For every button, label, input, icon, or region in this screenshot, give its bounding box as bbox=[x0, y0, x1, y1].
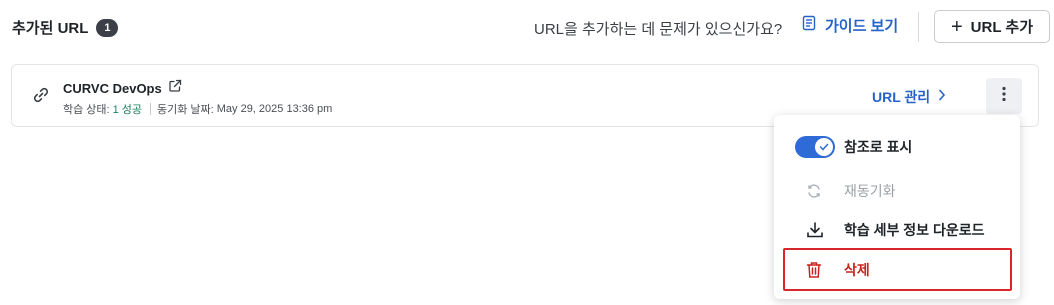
document-icon bbox=[801, 15, 817, 36]
link-icon bbox=[32, 86, 50, 109]
chevron-right-icon bbox=[938, 88, 946, 106]
toggle-knob bbox=[815, 138, 833, 156]
sync-label: 동기화 날짜: bbox=[157, 104, 214, 116]
menu-item-label: 재동기화 bbox=[844, 183, 896, 199]
sync-icon bbox=[806, 183, 822, 199]
menu-item-label: 삭제 bbox=[844, 262, 870, 278]
status-label: 학습 상태: bbox=[63, 104, 110, 116]
status-value: 1 성공 bbox=[112, 104, 143, 116]
url-name-row: CURVC DevOps bbox=[63, 79, 182, 98]
more-options-button[interactable] bbox=[986, 78, 1022, 114]
page-header: 추가된 URL 1 bbox=[12, 17, 119, 38]
add-url-button[interactable]: + URL 추가 bbox=[934, 10, 1050, 43]
menu-item-label: 참조로 표시 bbox=[844, 139, 913, 155]
reference-toggle[interactable] bbox=[795, 136, 835, 158]
plus-icon: + bbox=[950, 15, 963, 38]
count-badge: 1 bbox=[96, 18, 119, 37]
guide-link-label: 가이드 보기 bbox=[825, 18, 899, 35]
page-title: 추가된 URL bbox=[12, 20, 89, 37]
manage-url-link[interactable]: URL 관리 bbox=[872, 87, 946, 107]
menu-item-label: 학습 세부 정보 다운로드 bbox=[844, 222, 985, 238]
external-link-icon[interactable] bbox=[168, 79, 182, 98]
header-divider bbox=[918, 12, 919, 42]
url-name[interactable]: CURVC DevOps bbox=[63, 81, 162, 96]
check-icon bbox=[819, 143, 829, 151]
manage-url-label: URL 관리 bbox=[872, 89, 931, 105]
sync-value: May 29, 2025 13:36 pm bbox=[216, 103, 333, 115]
options-menu: 참조로 표시 재동기화 학습 세부 정보 다운로드 삭제 bbox=[774, 115, 1020, 299]
url-meta: 학습 상태: 1 성공 동기화 날짜: May 29, 2025 13:36 p… bbox=[63, 101, 332, 117]
add-url-label: URL 추가 bbox=[970, 19, 1033, 36]
meta-divider bbox=[150, 103, 152, 115]
menu-item-resync[interactable]: 재동기화 bbox=[774, 171, 1020, 211]
download-icon bbox=[806, 221, 824, 239]
menu-item-show-as-reference[interactable]: 참조로 표시 bbox=[774, 127, 1020, 167]
kebab-icon bbox=[1002, 86, 1006, 107]
menu-item-delete[interactable]: 삭제 bbox=[774, 250, 1020, 290]
help-text: URL을 추가하는 데 문제가 있으신가요? bbox=[534, 21, 783, 38]
menu-item-download-details[interactable]: 학습 세부 정보 다운로드 bbox=[774, 210, 1020, 250]
guide-link[interactable]: 가이드 보기 bbox=[801, 15, 898, 36]
trash-icon bbox=[806, 262, 822, 279]
